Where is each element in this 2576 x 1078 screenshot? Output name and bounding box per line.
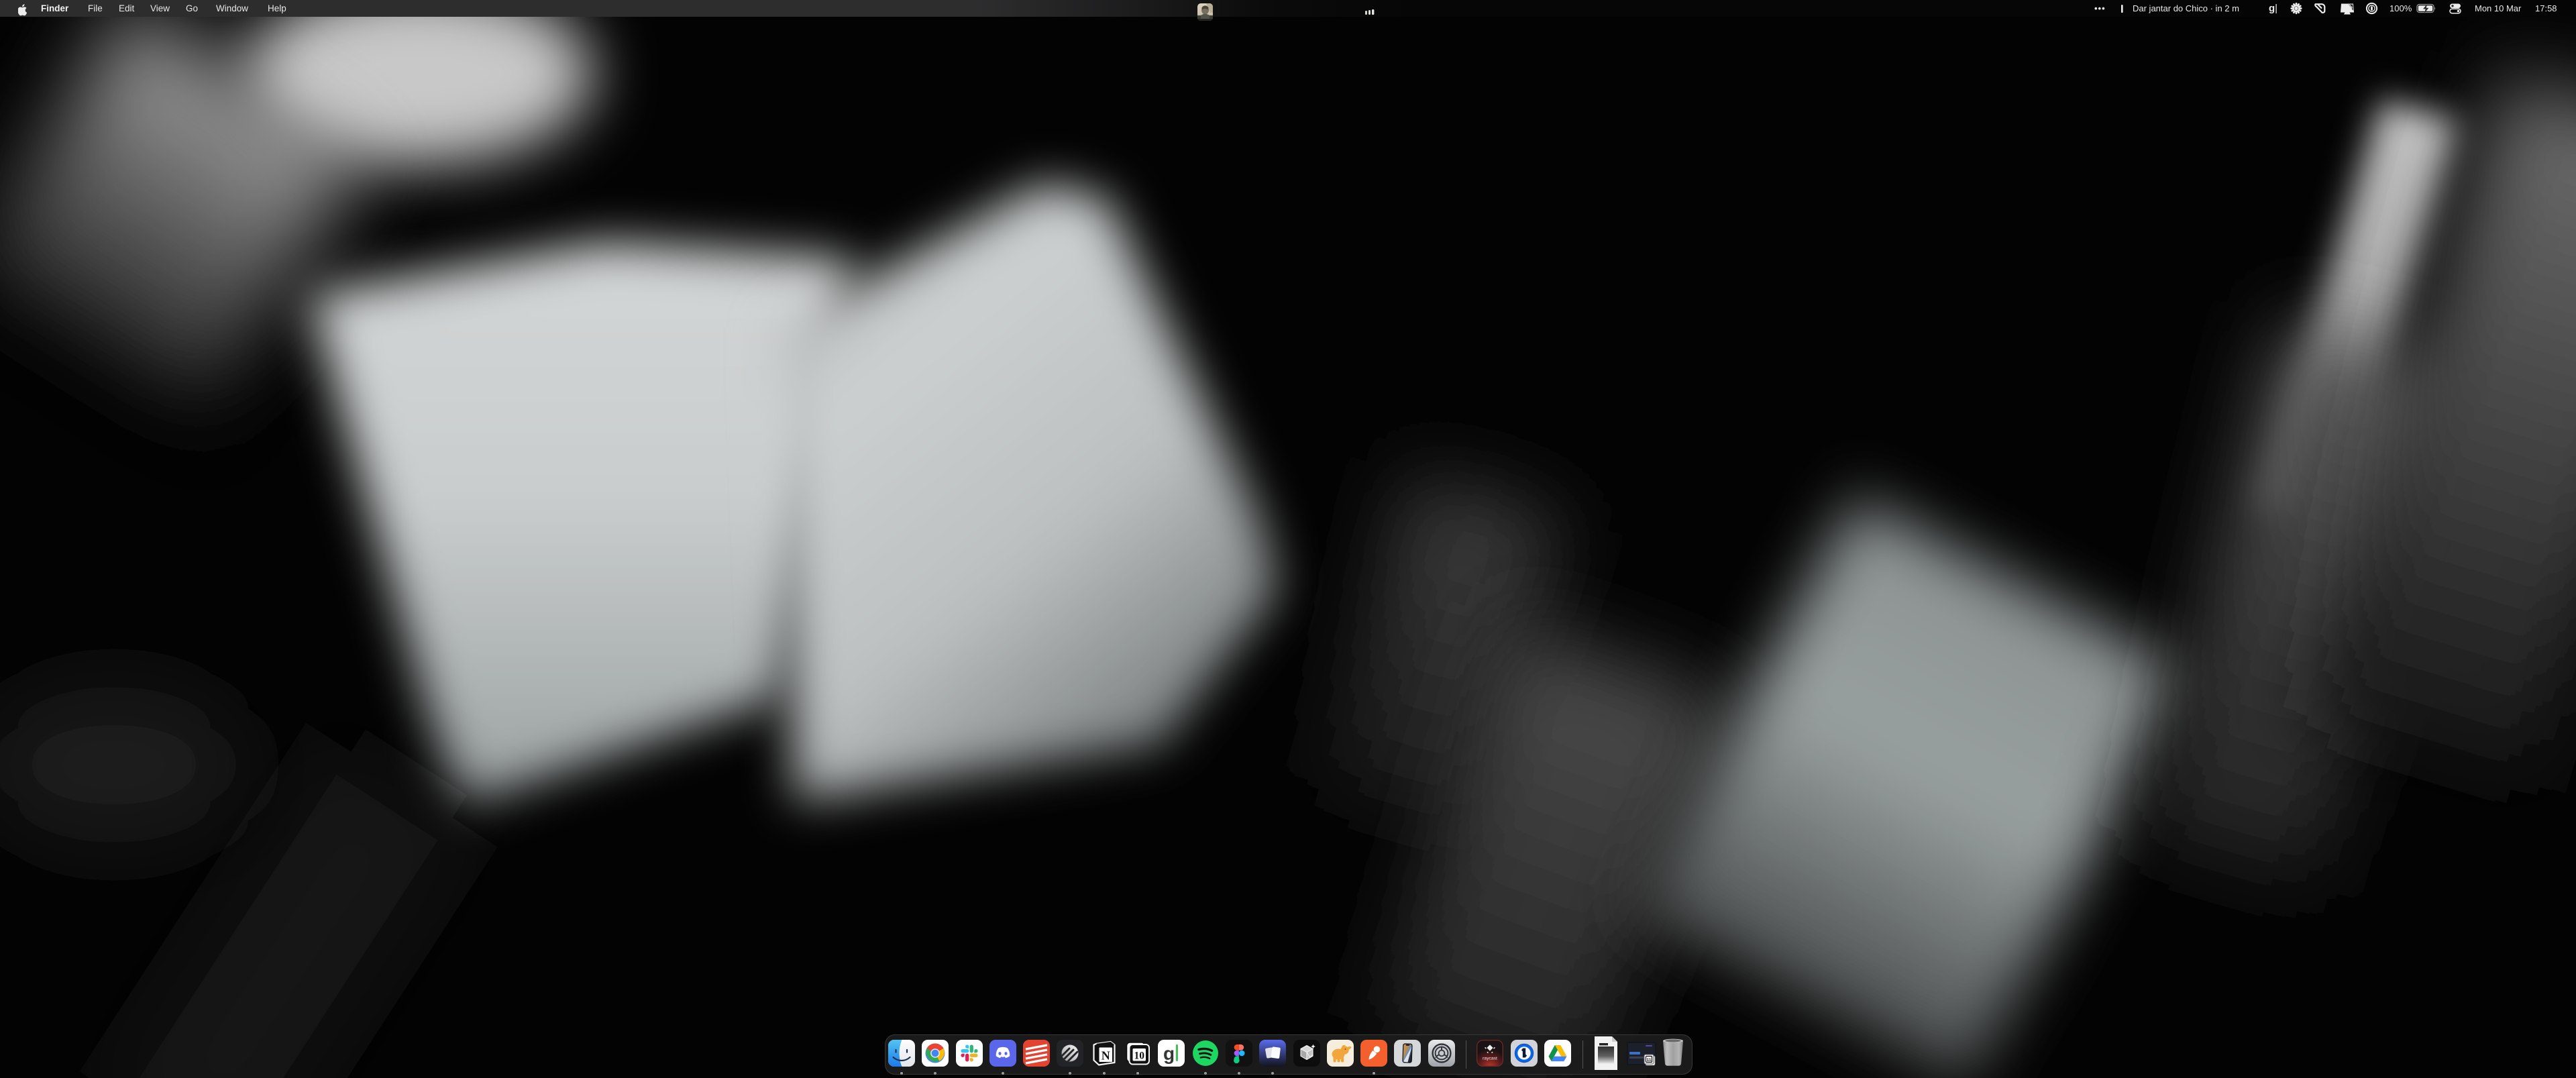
svg-text:raycast: raycast [1483,1057,1497,1061]
svg-text:11: 11 [1647,1058,1652,1063]
svg-text:N: N [1102,1049,1110,1063]
svg-text:10: 10 [1134,1050,1144,1062]
svg-text:g: g [1163,1043,1175,1064]
